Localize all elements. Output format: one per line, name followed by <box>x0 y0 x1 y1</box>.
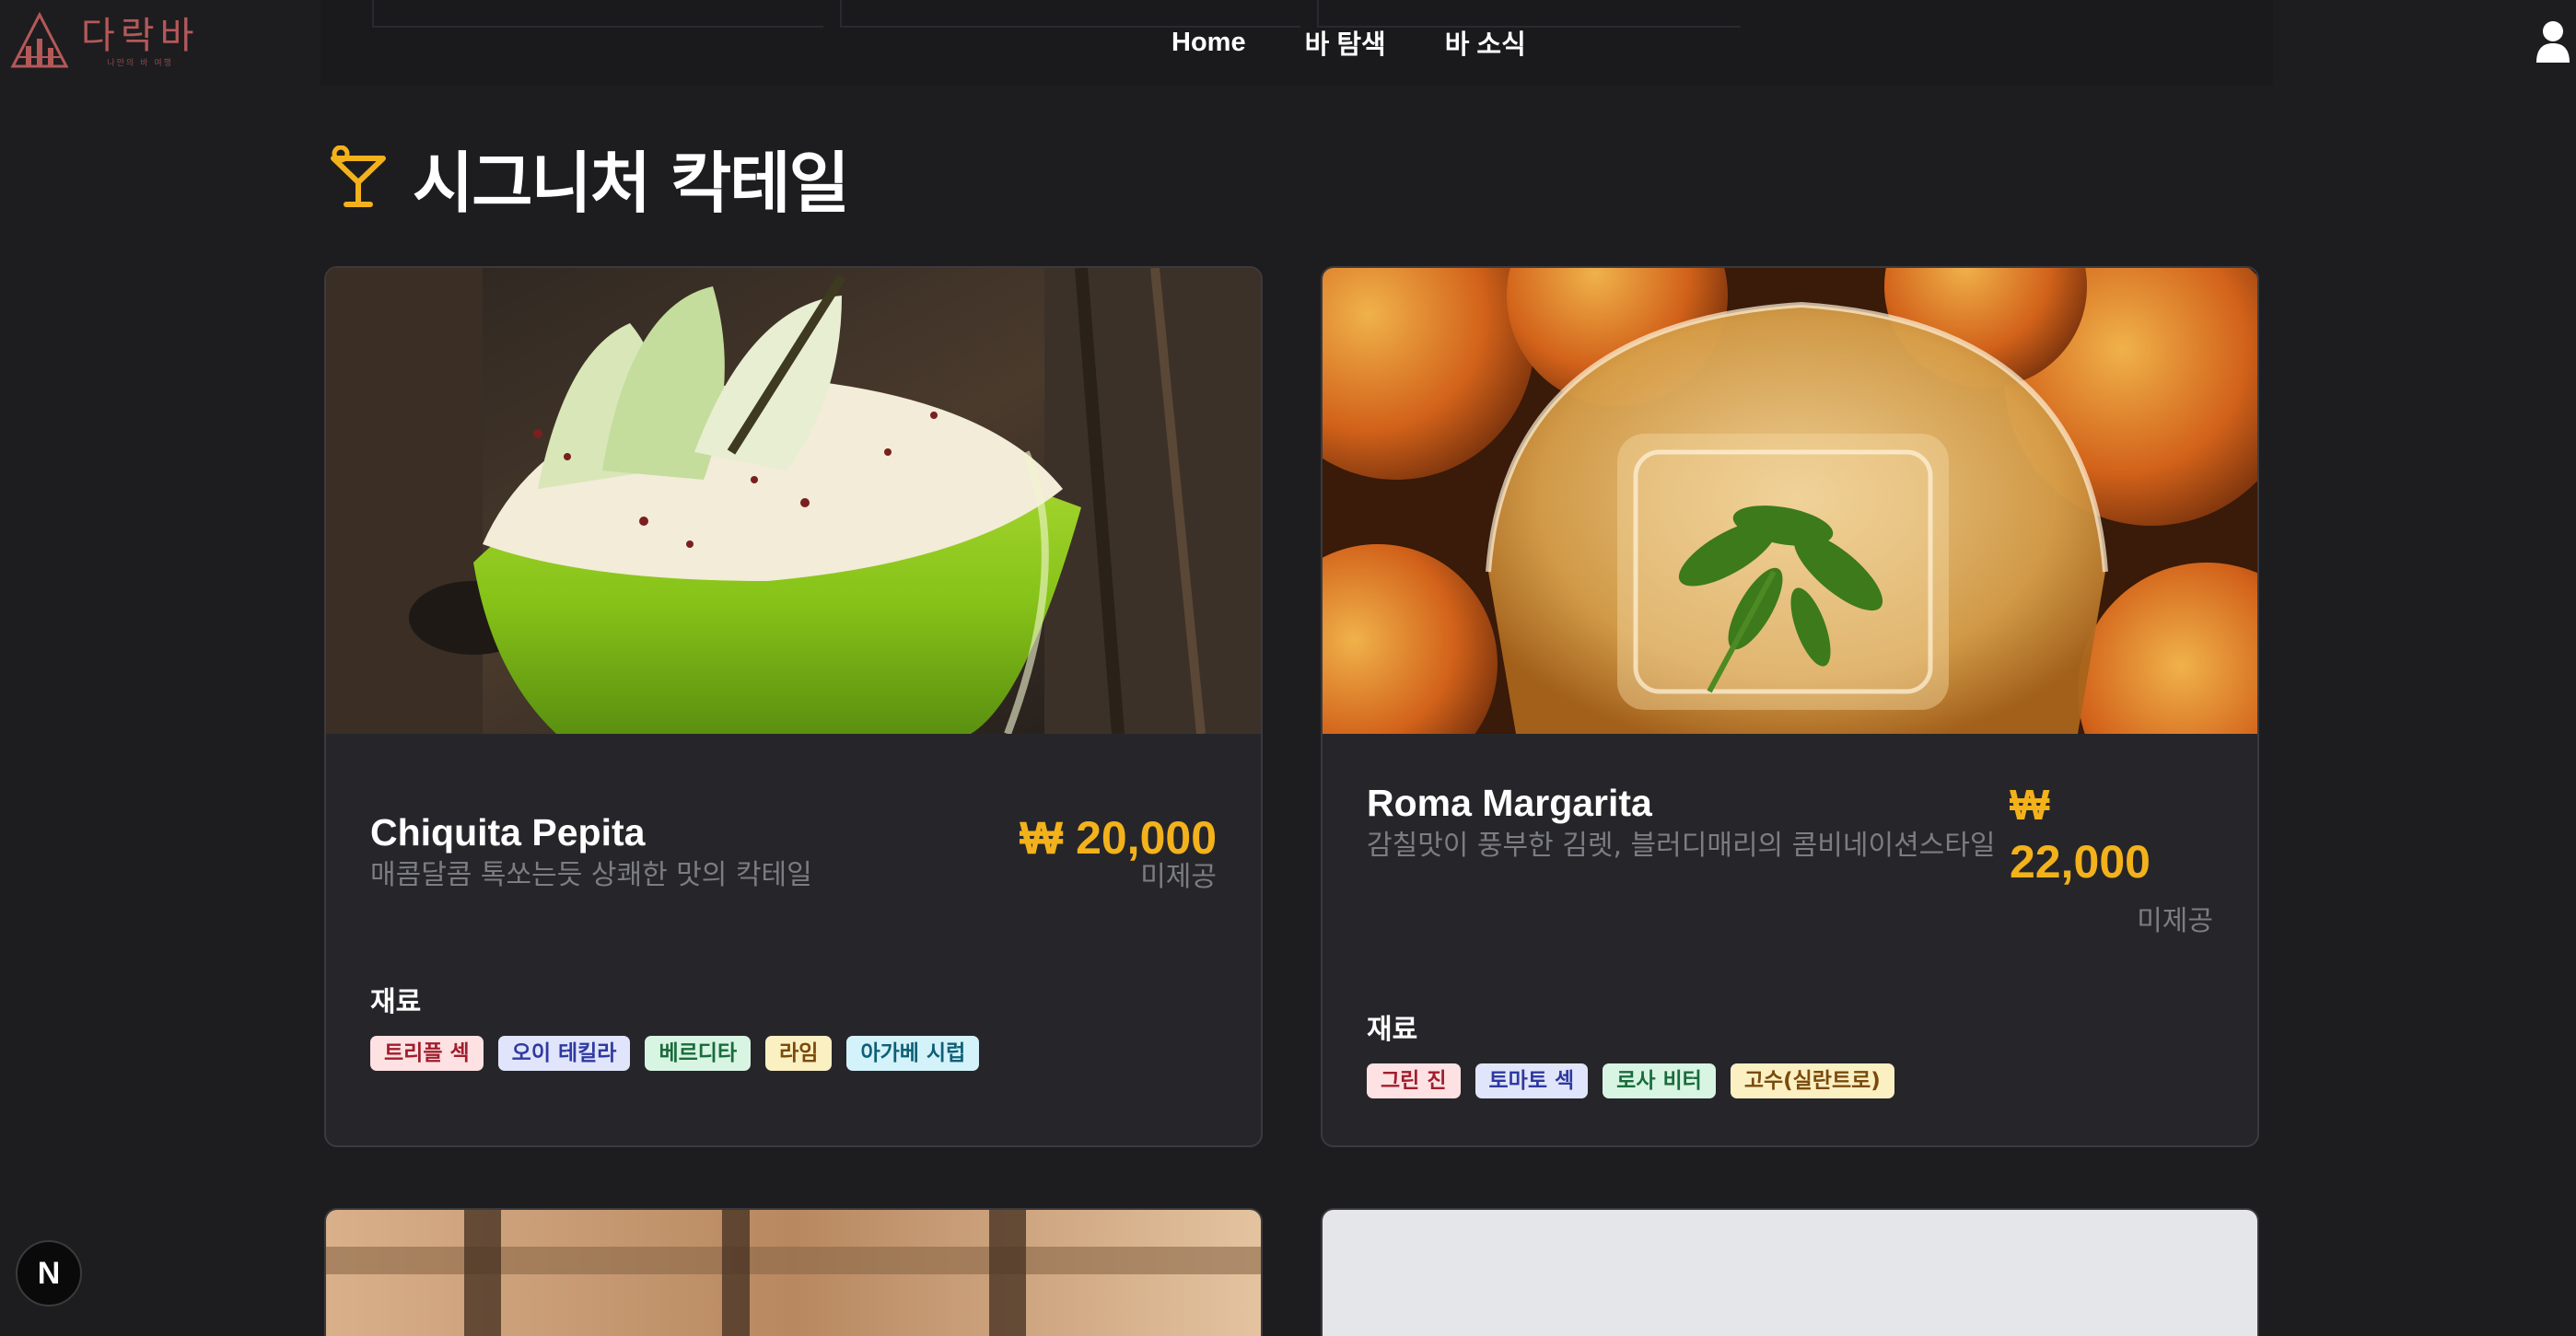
ingredient-tags: 트리플 섹 오이 테킬라 베르디타 라임 아가베 시럽 <box>370 1036 980 1071</box>
cocktail-card[interactable]: Roma Margarita 감칠맛이 풍부한 김렛, 블러디매리의 콤비네이션… <box>1321 266 2259 1147</box>
availability-status: 미제공 <box>1140 861 1217 893</box>
nav-bar-news[interactable]: 바 소식 <box>1445 23 1526 62</box>
logo-icon <box>10 11 69 68</box>
price-currency: ₩ <box>2010 781 2050 829</box>
cocktail-name: Chiquita Pepita <box>370 811 646 854</box>
nav-bar-explore[interactable]: 바 탐색 <box>1305 23 1386 62</box>
ingredient-tag: 트리플 섹 <box>370 1036 484 1071</box>
cocktail-card[interactable] <box>324 1208 1263 1336</box>
ingredient-tag: 라임 <box>765 1036 833 1071</box>
cocktail-name: Roma Margarita <box>1367 782 1652 824</box>
ingredient-tag: 아가베 시럽 <box>846 1036 980 1071</box>
cocktail-description: 감칠맛이 풍부한 김렛, 블러디매리의 콤비네이션스타일 <box>1367 830 1996 862</box>
page-title: 시그니처 칵테일 <box>413 145 850 222</box>
top-header: 다락바 나만의 바 여행 Home 바 탐색 바 소식 <box>0 0 2576 86</box>
cocktail-card-placeholder <box>1321 1208 2259 1336</box>
ingredients-label: 재료 <box>370 986 422 1018</box>
cocktail-photo <box>326 268 1261 734</box>
cocktail-description: 매콤달콤 톡쏘는듯 상쾌한 맛의 칵테일 <box>370 859 812 891</box>
header-ghost-box <box>372 0 823 28</box>
cocktail-price: 22,000 <box>2010 836 2151 888</box>
cocktail-glass-icon <box>331 145 386 207</box>
logo-subtitle: 나만의 바 여행 <box>107 58 173 68</box>
section-header: 시그니처 칵테일 <box>328 129 850 226</box>
ingredient-tag: 오이 테킬라 <box>497 1036 631 1071</box>
cocktail-photo <box>1323 268 2257 734</box>
dev-tools-badge[interactable]: N <box>16 1240 82 1307</box>
nav-home[interactable]: Home <box>1171 28 1246 58</box>
ingredient-tags: 그린 진 토마토 섹 로사 비터 고수(실란트로) <box>1367 1063 1894 1098</box>
logo-title: 다락바 <box>81 14 200 57</box>
availability-status: 미제공 <box>2137 905 2213 937</box>
ingredients-label: 재료 <box>1367 1014 1418 1046</box>
logo-text: 다락바 나만의 바 여행 <box>81 16 199 68</box>
site-logo[interactable]: 다락바 나만의 바 여행 <box>9 9 212 74</box>
ingredient-tag: 베르디타 <box>645 1036 752 1071</box>
user-icon[interactable] <box>2535 20 2571 63</box>
cocktail-photo <box>326 1210 1261 1336</box>
ingredient-tag: 그린 진 <box>1367 1063 1461 1098</box>
main-nav: Home 바 탐색 바 소식 <box>1171 20 1526 64</box>
ingredient-tag: 로사 비터 <box>1603 1063 1716 1098</box>
ingredient-tag: 토마토 섹 <box>1474 1063 1589 1098</box>
cocktail-card[interactable]: Chiquita Pepita 매콤달콤 톡쏘는듯 상쾌한 맛의 칵테일 ₩ 2… <box>324 266 1263 1147</box>
ingredient-tag: 고수(실란트로) <box>1730 1063 1894 1098</box>
